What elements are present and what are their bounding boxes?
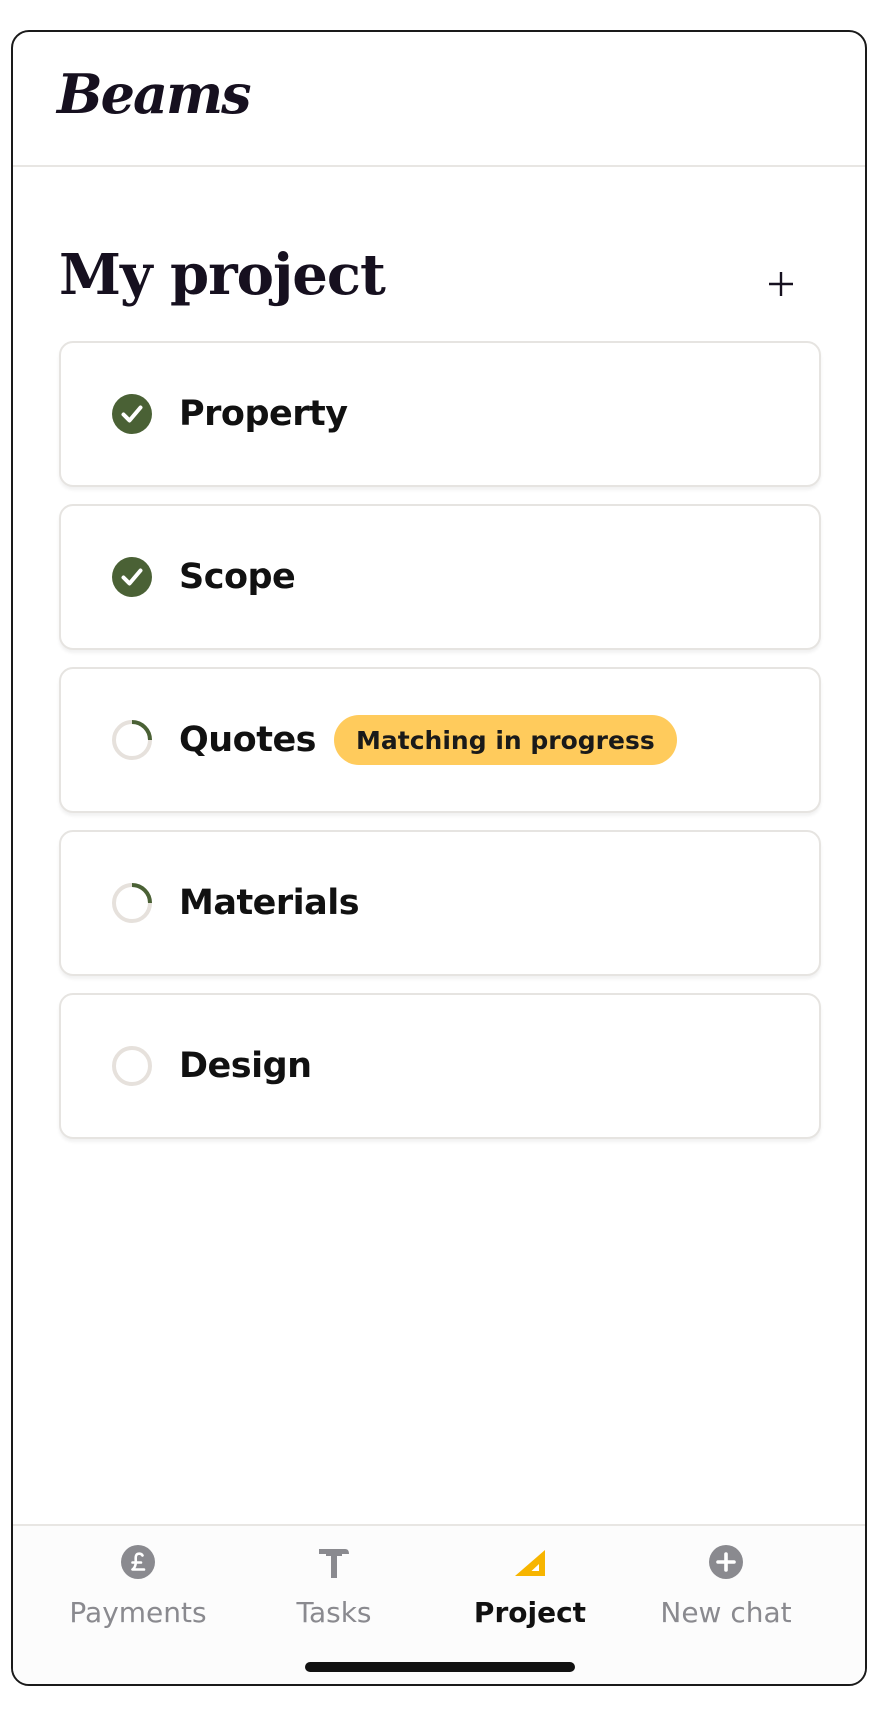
step-card-scope[interactable]: Scope (59, 504, 821, 650)
tab-tasks[interactable]: Tasks (236, 1544, 432, 1629)
home-indicator (305, 1662, 575, 1672)
add-button[interactable] (761, 264, 801, 304)
tab-project[interactable]: Project (432, 1544, 628, 1629)
progress-ring-icon (112, 883, 152, 923)
pound-coin-icon (121, 1545, 155, 1579)
tab-label: Project (473, 1596, 587, 1629)
step-card-quotes[interactable]: Quotes Matching in progress (59, 667, 821, 813)
empty-ring-icon (112, 1046, 152, 1086)
app-screen: Beams My project Property Scope Quotes M… (11, 30, 867, 1686)
set-square-icon (515, 1550, 545, 1576)
status-badge: Matching in progress (334, 715, 677, 765)
tab-label: Tasks (296, 1596, 372, 1629)
tab-payments[interactable]: Payments (40, 1544, 236, 1629)
app-header: Beams (13, 32, 865, 167)
plus-circle-icon (709, 1545, 743, 1579)
tab-label: New chat (660, 1596, 792, 1629)
tab-new-chat[interactable]: New chat (628, 1544, 824, 1629)
step-label: Scope (179, 557, 296, 597)
page-title: My project (59, 242, 386, 308)
step-label: Quotes (179, 720, 317, 760)
beams-logo: Beams (57, 62, 252, 126)
step-label: Design (179, 1046, 312, 1086)
step-card-design[interactable]: Design (59, 993, 821, 1139)
bottom-tab-bar: Payments Tasks Project New chat (13, 1524, 865, 1684)
progress-ring-icon (112, 720, 152, 760)
check-circle-icon (112, 394, 152, 434)
step-label: Property (179, 394, 348, 434)
step-label: Materials (179, 883, 360, 923)
plus-icon (769, 272, 793, 296)
step-card-property[interactable]: Property (59, 341, 821, 487)
hammer-icon (319, 1549, 349, 1578)
tab-label: Payments (69, 1596, 207, 1629)
check-circle-icon (112, 557, 152, 597)
step-card-materials[interactable]: Materials (59, 830, 821, 976)
